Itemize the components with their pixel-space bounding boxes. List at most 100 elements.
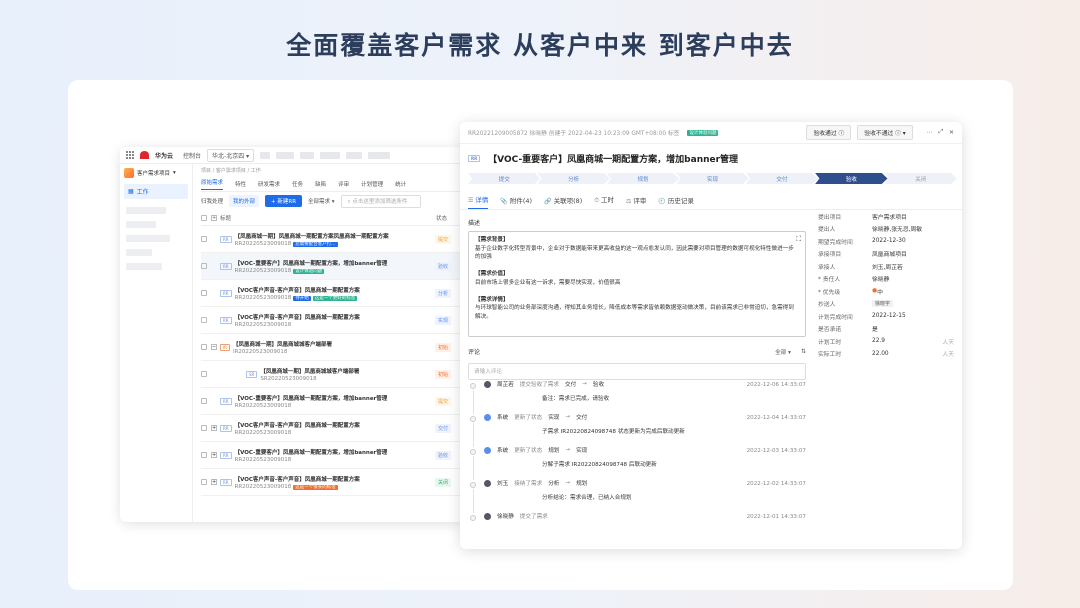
step-6[interactable]: 关闭 (884, 173, 957, 184)
row-checkbox[interactable] (201, 452, 207, 458)
row-checkbox[interactable] (201, 236, 207, 242)
property-value[interactable]: 22.00 人天 (872, 349, 954, 359)
step-2[interactable]: 规划 (606, 173, 680, 184)
row-title[interactable]: 【凤凰商城一期】凤凰商城一期配置方案凤凰商城一期配置方案 (235, 232, 389, 240)
fullscreen-icon[interactable]: ⛶ (796, 235, 801, 244)
tab-mine[interactable]: 归我处理 (201, 197, 223, 205)
step-0[interactable]: 提交 (468, 173, 541, 184)
tab-detail-3[interactable]: ⏱ 工时 (594, 194, 614, 205)
search-input[interactable]: ⌕ 点击这里添加筛选条件 (340, 194, 421, 208)
status-badge[interactable]: 验收 (434, 450, 451, 460)
row-tag[interactable]: 设计体验问题 (293, 268, 325, 274)
status-badge[interactable]: 分析 (434, 288, 451, 298)
collapse-icon[interactable]: − (211, 344, 217, 350)
step-5[interactable]: 验收 (815, 173, 888, 184)
tab-detail-5[interactable]: 🕘 历史记录 (658, 195, 693, 205)
tab-5[interactable]: 评审 (338, 180, 349, 188)
status-badge[interactable]: 关闭 (434, 477, 451, 487)
property-value[interactable]: 徐晓静 (872, 274, 954, 283)
table-row[interactable]: + RR 【VOC-重要客户】凤凰商城一期配置方案，增加banner管理 RR2022… (201, 442, 461, 469)
region-select[interactable]: 华北-北京四 ▾ (207, 148, 255, 162)
table-row[interactable]: + RR 【VOC客户声音-客户声音】凤凰商城一期配置方案 RR20220523009… (201, 415, 461, 442)
property-value[interactable]: 凤凰商城项目 (872, 249, 954, 258)
tab-6[interactable]: 计划管理 (361, 180, 383, 188)
tab-4[interactable]: 缺陷 (315, 180, 326, 188)
tab-detail-2[interactable]: 🔗 关联项(8) (544, 195, 582, 205)
expand-icon[interactable]: ⤢ (939, 129, 944, 136)
apps-grid-icon[interactable] (126, 151, 134, 159)
property-value[interactable]: 是 (872, 324, 954, 333)
row-title[interactable]: 【VOC-重要客户】凤凰商城一期配置方案，增加banner管理 (235, 259, 388, 267)
step-3[interactable]: 实现 (676, 173, 749, 184)
property-value[interactable]: 徐晓宇 (872, 300, 954, 308)
tab-0[interactable]: 原始需求 (201, 178, 224, 190)
table-row[interactable]: + RR 【VOC客户声音-客户声音】凤凰商城一期配置方案 RR20220523009… (201, 469, 461, 496)
tab-detail-1[interactable]: 📎 附件(4) (500, 195, 532, 205)
tab-1[interactable]: 特性 (235, 180, 246, 188)
row-tag[interactable]: 您需要配合客户打... (293, 241, 338, 247)
row-tag[interactable]: 这是一个很长的标签 (293, 484, 338, 490)
accept-pass-button[interactable]: 验收通过 ⓘ (806, 125, 852, 140)
row-tag[interactable]: 这是一个更好的标签 (312, 295, 358, 301)
console-link[interactable]: 控制台 (183, 151, 201, 160)
tab-detail-4[interactable]: ⚖ 评审 (626, 195, 646, 205)
row-checkbox[interactable] (201, 317, 207, 323)
row-title[interactable]: 【凤凰商城一期】凤凰商城城客户端部署 (233, 340, 332, 348)
status-badge[interactable]: 提交 (434, 234, 451, 244)
row-title[interactable]: 【VOC客户声音-客户声音】凤凰商城一期配置方案 (235, 313, 360, 321)
table-row[interactable]: SR 【凤凰商城一期】凤凰商城城客户端部署 SR20220523009018 初始 (201, 361, 461, 388)
property-value[interactable]: 徐晓静,张无忌,周敏 (872, 224, 954, 233)
row-title[interactable]: 【VOC客户声音-客户声音】凤凰商城一期配置方案 (235, 475, 360, 483)
comment-input[interactable]: 请输入评论 (468, 363, 806, 380)
row-checkbox[interactable] (201, 344, 207, 350)
row-checkbox[interactable] (201, 425, 207, 431)
status-badge[interactable]: 初始 (434, 369, 451, 379)
accept-fail-button[interactable]: 验收不通过 ⓘ ▾ (857, 125, 913, 140)
tab-3[interactable]: 任务 (292, 180, 303, 188)
meta-tag[interactable]: 设计体验问题 (687, 129, 719, 136)
property-value[interactable]: 2022-12-15 (872, 313, 954, 319)
property-value[interactable]: 2022-12-30 (872, 238, 954, 244)
row-title[interactable]: 【VOC客户声音-客户声音】凤凰商城一期配置方案 (235, 421, 360, 429)
row-title[interactable]: 【VOC-重要客户】凤凰商城一期配置方案，增加banner管理 (235, 448, 388, 456)
step-4[interactable]: 交付 (745, 173, 819, 184)
row-title[interactable]: 【凤凰商城一期】凤凰商城城客户端部署 (260, 367, 359, 375)
row-checkbox[interactable] (201, 371, 207, 377)
row-checkbox[interactable] (201, 398, 207, 404)
project-switcher[interactable]: 客户需求项目 ▾ (124, 168, 188, 178)
tab-7[interactable]: 统计 (395, 180, 406, 188)
comment-filter[interactable]: 全部 ▾ (775, 348, 791, 356)
table-row[interactable]: − IR 【凤凰商城一期】凤凰商城城客户端部署 IR20220523009018 初始 (201, 334, 461, 361)
table-row[interactable]: RR 【VOC-重要客户】凤凰商城一期配置方案，增加banner管理 RR20220… (201, 253, 461, 280)
expand-icon[interactable]: + (211, 479, 217, 485)
sort-icon[interactable]: ⇅ (801, 348, 806, 355)
row-checkbox[interactable] (201, 479, 207, 485)
row-tag[interactable]: 待开始 (293, 295, 311, 301)
tab-detail-0[interactable]: ☰ 详情 (468, 194, 489, 209)
more-icon[interactable]: ⋯ (927, 130, 933, 136)
tab-2[interactable]: 研发需求 (258, 180, 280, 188)
table-row[interactable]: RR 【VOC客户声音-客户声音】凤凰商城一期配置方案 RR202205230090… (201, 307, 461, 334)
property-value[interactable]: 刘玉,周芷若 (872, 262, 954, 271)
table-row[interactable]: RR 【VOC客户声音-客户声音】凤凰商城一期配置方案 RR202205230090… (201, 280, 461, 307)
row-checkbox[interactable] (201, 263, 207, 269)
row-checkbox[interactable] (201, 290, 207, 296)
new-rr-button[interactable]: + 新建RR (265, 195, 303, 207)
expand-icon[interactable]: + (211, 425, 217, 431)
step-1[interactable]: 分析 (537, 173, 610, 184)
description-box[interactable]: ⛶ 【需求背景】 基于企业数字化转型背景中，企业对于数据能带来更高收益的这一观点愈… (468, 231, 806, 337)
tab-external[interactable]: 我的外部 (229, 195, 260, 207)
select-all-checkbox[interactable] (201, 214, 207, 221)
filter-select[interactable]: 全部需求 ▾ (308, 197, 335, 205)
row-title[interactable]: 【VOC客户声音-客户声音】凤凰商城一期配置方案 (235, 286, 360, 294)
expand-all-icon[interactable]: + (211, 214, 217, 221)
status-badge[interactable]: 交付 (434, 423, 451, 433)
sidebar-item-work[interactable]: ▦ 工作 (124, 184, 188, 199)
table-row[interactable]: RR 【凤凰商城一期】凤凰商城一期配置方案凤凰商城一期配置方案 RR20220523… (201, 226, 461, 253)
status-badge[interactable]: 提交 (434, 396, 451, 406)
table-row[interactable]: RR 【VOC-重要客户】凤凰商城一期配置方案，增加banner管理 RR20220… (201, 388, 461, 415)
status-badge[interactable]: 实现 (434, 315, 451, 325)
row-title[interactable]: 【VOC-重要客户】凤凰商城一期配置方案，增加banner管理 (235, 394, 388, 402)
status-badge[interactable]: 验收 (434, 261, 451, 271)
close-icon[interactable]: ✕ (949, 130, 954, 136)
